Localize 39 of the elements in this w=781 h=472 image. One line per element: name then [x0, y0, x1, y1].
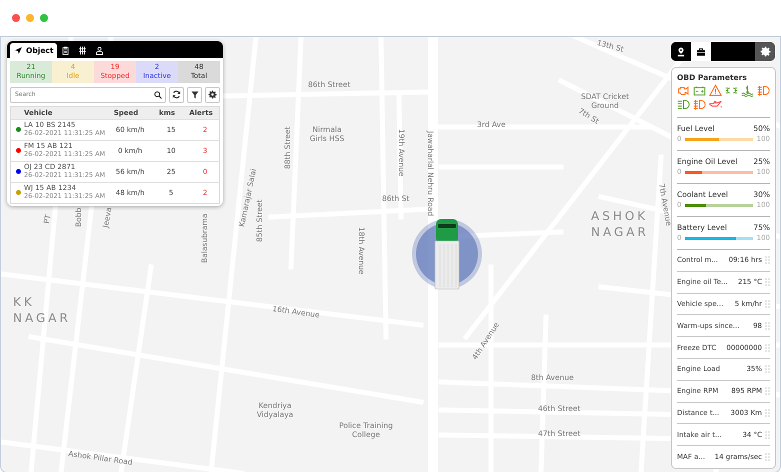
drag-handle-icon[interactable] [765, 430, 770, 439]
refresh-icon [172, 90, 181, 99]
drag-handle-icon[interactable] [765, 408, 770, 417]
refresh-button[interactable] [169, 86, 184, 102]
headlamp-icon [677, 98, 690, 111]
truck-icon[interactable] [433, 217, 461, 291]
fog-lamp-icon [693, 98, 706, 111]
drag-handle-icon[interactable] [765, 278, 770, 286]
grid-icon [78, 46, 88, 55]
thermometer-icon [741, 84, 754, 97]
filter-button[interactable] [187, 86, 202, 102]
drag-handle-icon[interactable] [765, 344, 770, 352]
drag-handle-icon[interactable] [765, 365, 770, 374]
close-window-dot[interactable] [12, 14, 20, 22]
area-label: KK NAGAR [13, 295, 72, 326]
settings-button[interactable] [205, 86, 220, 102]
drag-handle-icon[interactable] [765, 300, 770, 308]
navigation-arrow-icon [14, 46, 23, 55]
engine-icon [677, 84, 690, 97]
warning-icon [709, 84, 722, 97]
drag-handle-icon[interactable] [765, 322, 770, 330]
minimize-window-dot[interactable] [26, 14, 34, 22]
briefcase-icon [696, 46, 706, 56]
settings-icon [760, 46, 770, 57]
fog-lamp-icon [757, 84, 770, 97]
map-pin-icon [676, 46, 686, 56]
search-icon [154, 90, 162, 98]
area-label: ASHOK NAGAR [591, 209, 650, 240]
settings-icon [208, 90, 217, 99]
clipboard-icon [61, 46, 70, 55]
person-icon [95, 46, 104, 55]
panel-tab[interactable] [691, 42, 711, 61]
drag-handle-icon[interactable] [765, 453, 770, 462]
maximize-window-dot[interactable] [40, 14, 48, 22]
filter-icon [190, 90, 198, 98]
drag-handle-icon[interactable] [765, 387, 770, 396]
battery-icon [693, 84, 706, 97]
settings-button[interactable] [755, 42, 775, 61]
drag-handle-icon[interactable] [765, 256, 770, 264]
